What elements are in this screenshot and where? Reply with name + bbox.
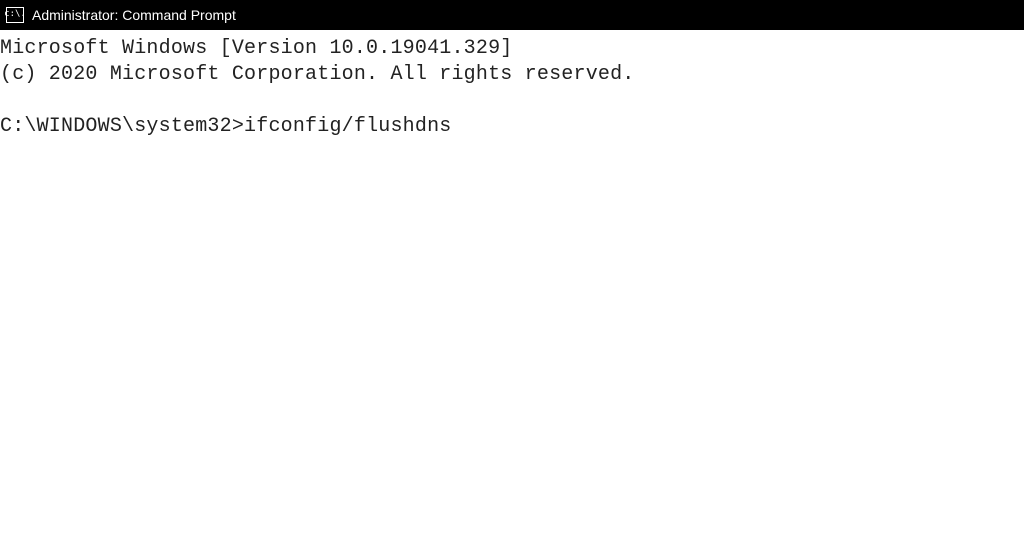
console-output-area[interactable]: Microsoft Windows [Version 10.0.19041.32… [0,30,1024,140]
console-prompt-line[interactable]: C:\WINDOWS\system32> [0,114,1024,140]
console-command-input[interactable] [244,114,1024,140]
console-line-copyright: (c) 2020 Microsoft Corporation. All righ… [0,62,1024,88]
window-title-bar[interactable]: c:\. Administrator: Command Prompt [0,0,1024,30]
console-prompt: C:\WINDOWS\system32> [0,114,244,140]
cmd-icon: c:\. [6,7,24,23]
window-title: Administrator: Command Prompt [32,7,236,23]
console-blank-line [0,88,1024,114]
console-line-version: Microsoft Windows [Version 10.0.19041.32… [0,36,1024,62]
